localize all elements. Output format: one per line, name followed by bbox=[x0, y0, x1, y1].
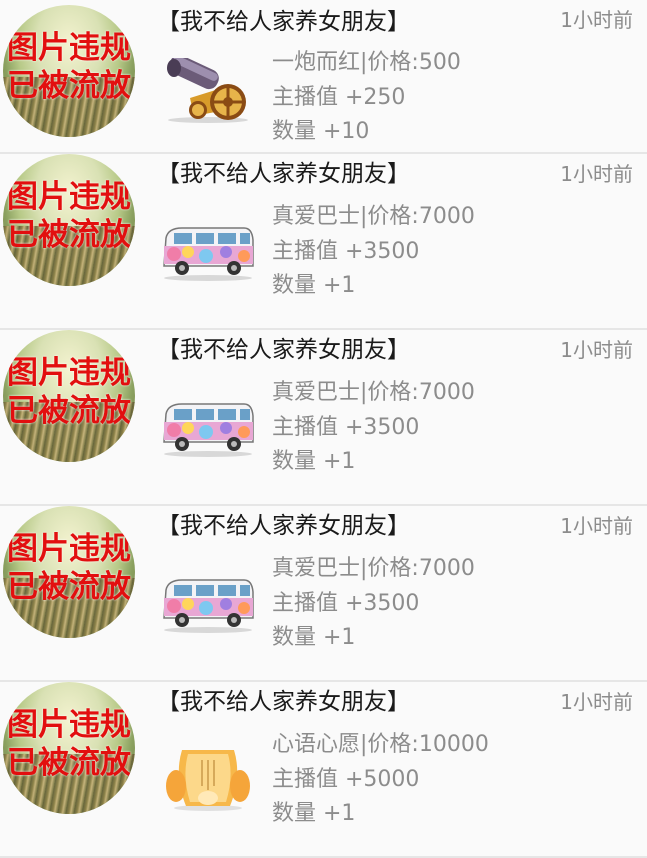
avatar-censor-stamp: 图片违规 已被流放 bbox=[3, 29, 135, 105]
gift-name-price: 真爱巴士|价格:7000 bbox=[272, 556, 475, 581]
gift-details: 真爱巴士|价格:7000 主播值 +3500 数量 +1 bbox=[272, 376, 475, 480]
host-value: 主播值 +3500 bbox=[272, 414, 420, 440]
gift-quantity: 数量 +1 bbox=[272, 449, 356, 474]
gift-quantity: 数量 +1 bbox=[272, 801, 356, 826]
gift-name-price: 一炮而红|价格:500 bbox=[272, 50, 461, 75]
gift-details: 一炮而红|价格:500 主播值 +250 数量 +10 bbox=[272, 46, 461, 150]
avatar-stamp-line2: 已被流放 bbox=[7, 745, 131, 781]
bus-icon bbox=[163, 579, 254, 633]
timestamp: 1小时前 bbox=[560, 162, 633, 186]
user-avatar[interactable]: 图片违规 已被流放 bbox=[3, 682, 135, 814]
avatar-stamp-line2: 已被流放 bbox=[7, 393, 131, 429]
timestamp: 1小时前 bbox=[560, 8, 633, 32]
avatar-censor-stamp: 图片违规 已被流放 bbox=[3, 706, 135, 782]
gift-quantity: 数量 +1 bbox=[272, 625, 356, 650]
avatar-censor-stamp: 图片违规 已被流放 bbox=[3, 178, 135, 254]
gift-name-price: 真爱巴士|价格:7000 bbox=[272, 380, 475, 405]
avatar-stamp-line1: 图片违规 bbox=[7, 707, 131, 743]
sender-name: 【我不给人家养女朋友】 bbox=[157, 337, 410, 363]
gift-details: 真爱巴士|价格:7000 主播值 +3500 数量 +1 bbox=[272, 200, 475, 304]
sender-name: 【我不给人家养女朋友】 bbox=[157, 9, 410, 35]
gift-record-row[interactable]: 图片违规 已被流放 【我不给人家养女朋友】 1小时前 真爱巴士|价格:7000 bbox=[0, 330, 647, 506]
gift-record-row[interactable]: 图片违规 已被流放 【我不给人家养女朋友】 1小时前 心语心愿|价格:10000… bbox=[0, 682, 647, 858]
gift-record-row[interactable]: 图片违规 已被流放 【我不给人家养女朋友】 1小时前 真爱巴士|价格:7000 bbox=[0, 506, 647, 682]
timestamp: 1小时前 bbox=[560, 514, 633, 538]
host-value: 主播值 +3500 bbox=[272, 238, 420, 264]
cannon-icon bbox=[167, 58, 248, 123]
user-avatar[interactable]: 图片违规 已被流放 bbox=[3, 330, 135, 462]
avatar-censor-stamp: 图片违规 已被流放 bbox=[3, 530, 135, 606]
avatar-stamp-line2: 已被流放 bbox=[7, 68, 131, 104]
host-value: 主播值 +5000 bbox=[272, 766, 420, 792]
gift-name-price: 真爱巴士|价格:7000 bbox=[272, 204, 475, 229]
lantern-icon bbox=[166, 750, 250, 811]
user-avatar[interactable]: 图片违规 已被流放 bbox=[3, 506, 135, 638]
timestamp: 1小时前 bbox=[560, 338, 633, 362]
gift-quantity: 数量 +10 bbox=[272, 119, 370, 144]
avatar-censor-stamp: 图片违规 已被流放 bbox=[3, 354, 135, 430]
timestamp: 1小时前 bbox=[560, 690, 633, 714]
sender-name: 【我不给人家养女朋友】 bbox=[157, 161, 410, 187]
avatar-stamp-line1: 图片违规 bbox=[7, 179, 131, 215]
host-value: 主播值 +3500 bbox=[272, 590, 420, 616]
gift-record-row[interactable]: 图片违规 已被流放 【我不给人家养女朋友】 1小时前 真爱巴士|价格:7000 bbox=[0, 154, 647, 330]
avatar-stamp-line1: 图片违规 bbox=[7, 355, 131, 391]
avatar-stamp-line1: 图片违规 bbox=[7, 30, 131, 66]
gift-quantity: 数量 +1 bbox=[272, 273, 356, 298]
gift-record-list: 图片违规 已被流放 【我不给人家养女朋友】 1小时前 一炮而红|价格:500 主… bbox=[0, 0, 647, 858]
sender-name: 【我不给人家养女朋友】 bbox=[157, 689, 410, 715]
user-avatar[interactable]: 图片违规 已被流放 bbox=[3, 5, 135, 137]
gift-details: 心语心愿|价格:10000 主播值 +5000 数量 +1 bbox=[272, 728, 489, 832]
gift-name-price: 心语心愿|价格:10000 bbox=[272, 732, 489, 757]
gift-record-row[interactable]: 图片违规 已被流放 【我不给人家养女朋友】 1小时前 一炮而红|价格:500 主… bbox=[0, 0, 647, 154]
avatar-stamp-line1: 图片违规 bbox=[7, 531, 131, 567]
host-value: 主播值 +250 bbox=[272, 84, 406, 110]
gift-details: 真爱巴士|价格:7000 主播值 +3500 数量 +1 bbox=[272, 552, 475, 656]
user-avatar[interactable]: 图片违规 已被流放 bbox=[3, 154, 135, 286]
sender-name: 【我不给人家养女朋友】 bbox=[157, 513, 410, 539]
bus-icon bbox=[163, 227, 254, 281]
avatar-stamp-line2: 已被流放 bbox=[7, 569, 131, 605]
avatar-stamp-line2: 已被流放 bbox=[7, 217, 131, 253]
bus-icon bbox=[163, 403, 254, 457]
